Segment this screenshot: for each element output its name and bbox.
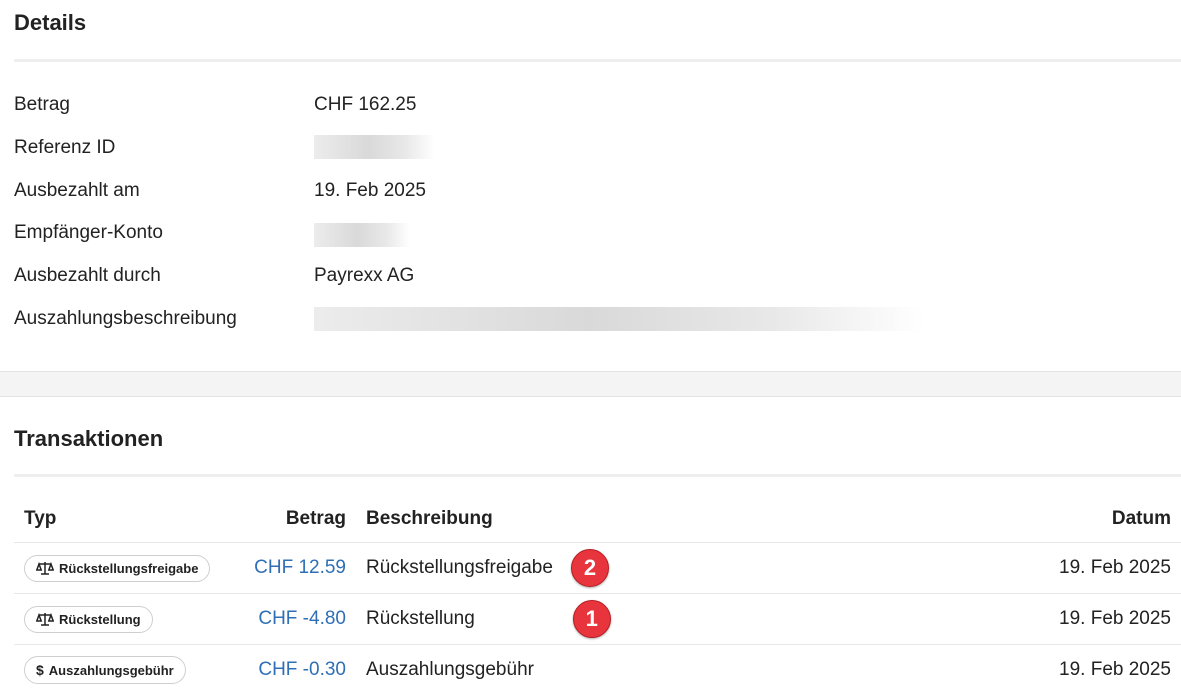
transactions-section: Transaktionen Typ Betrag Beschreibung Da…	[0, 396, 1181, 692]
column-header-description[interactable]: Beschreibung	[356, 496, 907, 543]
detail-label: Betrag	[14, 93, 70, 117]
details-section: Details Betrag CHF 162.25 Referenz ID Au…	[0, 0, 1181, 371]
details-divider	[14, 59, 1181, 62]
table-row[interactable]: Rückstellungsfreigabe CHF 12.59 Rückstel…	[14, 543, 1181, 594]
amount-cell[interactable]: CHF 12.59	[224, 543, 356, 594]
details-title: Details	[14, 10, 86, 36]
type-cell: $ Auszahlungsgebühr	[14, 645, 224, 695]
detail-label: Referenz ID	[14, 136, 115, 160]
detail-label: Ausbezahlt durch	[14, 264, 161, 288]
description-text: Rückstellung	[366, 608, 475, 630]
column-header-amount[interactable]: Betrag	[224, 496, 356, 543]
dollar-icon: $	[36, 662, 44, 678]
transactions-divider	[14, 474, 1181, 477]
table-header-row: Typ Betrag Beschreibung Datum	[14, 496, 1181, 543]
redacted-reference-id	[314, 135, 435, 159]
description-cell: Auszahlungsgebühr	[356, 645, 907, 695]
redacted-recipient-account	[314, 223, 410, 247]
column-header-date[interactable]: Datum	[907, 496, 1181, 543]
type-label: Auszahlungsgebühr	[49, 663, 174, 678]
type-pill: Rückstellungsfreigabe	[24, 555, 210, 582]
type-label: Rückstellung	[59, 612, 141, 627]
detail-value: 19. Feb 2025	[314, 179, 426, 203]
annotation-badge: 1	[573, 600, 611, 638]
type-pill: $ Auszahlungsgebühr	[24, 656, 186, 684]
description-cell: Rückstellungsfreigabe 2	[356, 543, 907, 594]
transactions-table: Typ Betrag Beschreibung Datum Rückstellu…	[14, 496, 1181, 695]
detail-value: Payrexx AG	[314, 264, 414, 288]
type-label: Rückstellungsfreigabe	[59, 561, 198, 576]
scale-icon	[36, 612, 54, 626]
redacted-payout-description	[314, 307, 924, 331]
date-cell: 19. Feb 2025	[907, 594, 1181, 645]
detail-label: Ausbezahlt am	[14, 179, 140, 203]
transactions-title: Transaktionen	[14, 426, 163, 452]
date-cell: 19. Feb 2025	[907, 543, 1181, 594]
date-cell: 19. Feb 2025	[907, 645, 1181, 695]
scale-icon	[36, 561, 54, 575]
table-row[interactable]: $ Auszahlungsgebühr CHF -0.30 Auszahlung…	[14, 645, 1181, 695]
description-text: Auszahlungsgebühr	[366, 659, 534, 680]
column-header-type[interactable]: Typ	[14, 496, 224, 543]
detail-value: CHF 162.25	[314, 93, 416, 117]
description-cell: Rückstellung 1	[356, 594, 907, 645]
amount-cell[interactable]: CHF -4.80	[224, 594, 356, 645]
section-separator	[0, 371, 1181, 397]
type-cell: Rückstellungsfreigabe	[14, 543, 224, 594]
amount-cell[interactable]: CHF -0.30	[224, 645, 356, 695]
detail-label: Auszahlungsbeschreibung	[14, 307, 237, 331]
type-pill: Rückstellung	[24, 606, 153, 633]
detail-label: Empfänger-Konto	[14, 221, 163, 245]
description-text: Rückstellungsfreigabe	[366, 557, 553, 579]
table-row[interactable]: Rückstellung CHF -4.80 Rückstellung 1 19…	[14, 594, 1181, 645]
annotation-badge: 2	[571, 549, 609, 587]
type-cell: Rückstellung	[14, 594, 224, 645]
